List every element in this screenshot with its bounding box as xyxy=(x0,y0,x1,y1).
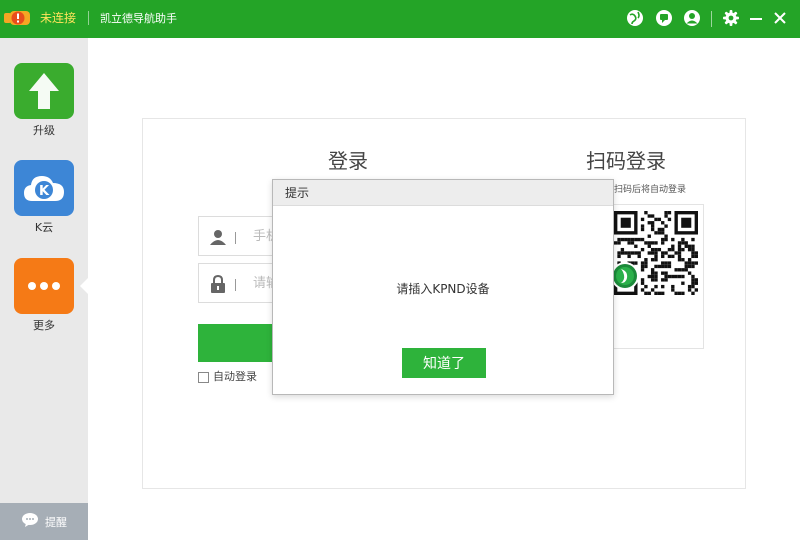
more-dots-icon xyxy=(14,258,74,314)
close-icon[interactable] xyxy=(770,8,790,28)
user-icon xyxy=(209,228,227,246)
sidebar-item-label: 更多 xyxy=(33,319,55,332)
minimize-icon[interactable] xyxy=(746,8,766,28)
field-separator xyxy=(235,279,236,291)
app-title: 凯立德导航助手 xyxy=(100,12,177,25)
sidebar-item-label: 升级 xyxy=(33,124,55,137)
field-separator xyxy=(235,232,236,244)
device-status-icon xyxy=(4,7,34,29)
active-indicator xyxy=(80,278,88,294)
login-title: 登录 xyxy=(328,149,368,173)
sidebar-item-kcloud[interactable]: K K云 xyxy=(14,160,74,235)
remind-button[interactable]: 提醒 xyxy=(0,503,88,540)
dialog-message: 请插入KPND设备 xyxy=(396,282,490,296)
sidebar: 升级 K K云 更多 xyxy=(0,38,88,540)
toolbar-separator xyxy=(711,11,712,27)
title-bar: 未连接 凯立德导航助手 xyxy=(0,0,800,38)
remind-label: 提醒 xyxy=(45,515,67,529)
cloud-k-icon: K xyxy=(14,160,74,216)
title-divider xyxy=(88,11,89,25)
user-icon[interactable] xyxy=(682,8,702,28)
checkbox-box[interactable] xyxy=(198,371,209,383)
lock-icon xyxy=(209,274,227,293)
dialog-ok-button[interactable]: 知道了 xyxy=(402,348,486,378)
connection-status: 未连接 xyxy=(40,11,77,25)
sidebar-item-upgrade[interactable]: 升级 xyxy=(14,63,74,138)
qr-hint: 扫码后将自动登录 xyxy=(614,185,687,195)
alert-dialog: 提示 请插入KPND设备 知道了 xyxy=(272,179,614,395)
auto-login-checkbox[interactable]: 自动登录 xyxy=(198,370,257,384)
brand-logo-icon xyxy=(611,262,639,290)
qr-login-title: 扫码登录 xyxy=(586,149,666,173)
sidebar-item-more[interactable]: 更多 xyxy=(14,258,74,333)
dialog-header: 提示 xyxy=(273,180,613,206)
upgrade-arrow-icon xyxy=(14,63,74,119)
auto-login-label: 自动登录 xyxy=(213,370,257,383)
sidebar-item-label: K云 xyxy=(34,221,54,234)
globe-icon[interactable] xyxy=(625,8,645,28)
gear-icon[interactable] xyxy=(721,8,741,28)
chat-icon[interactable] xyxy=(654,8,674,28)
dialog-title: 提示 xyxy=(285,186,310,200)
message-bubble-icon xyxy=(21,512,39,532)
svg-text:K: K xyxy=(39,184,50,199)
